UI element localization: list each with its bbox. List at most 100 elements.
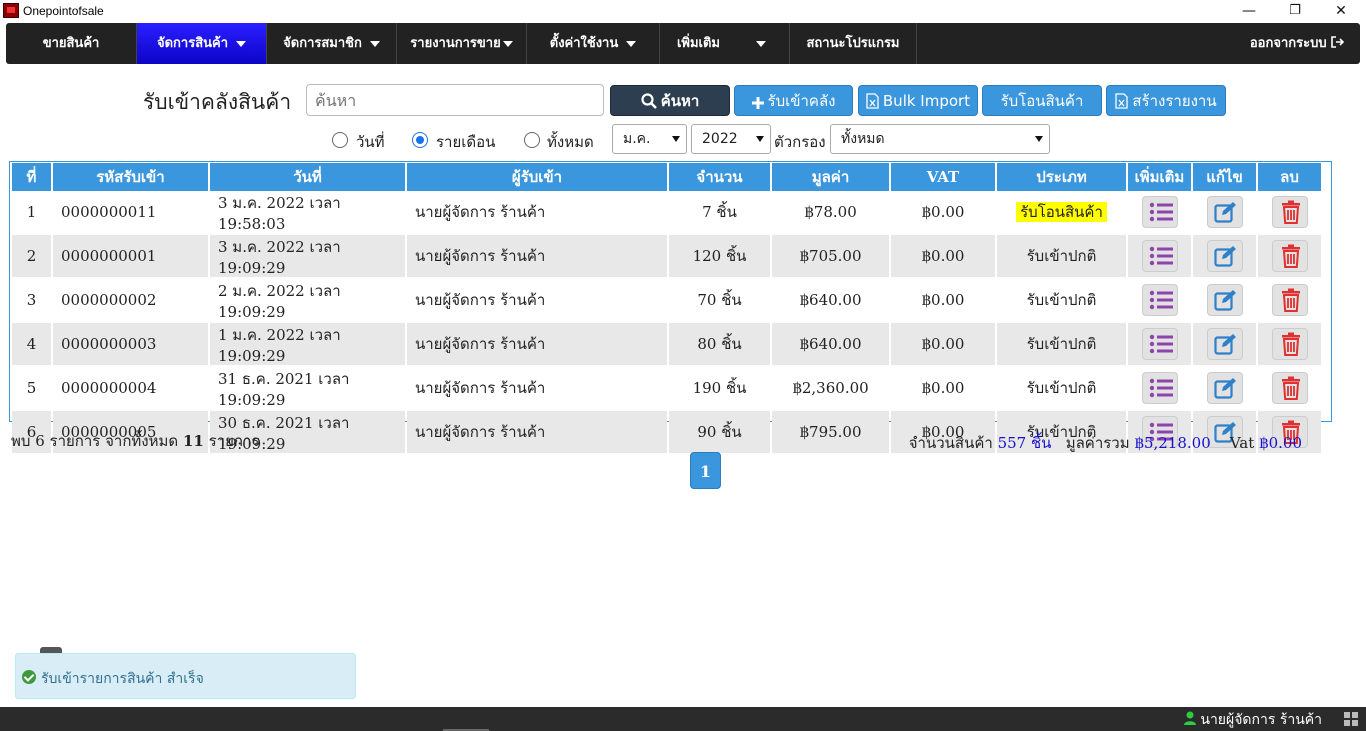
cell-vat: ฿0.00 xyxy=(891,191,995,235)
year-select[interactable]: 2022 xyxy=(691,124,771,154)
caret-down-icon xyxy=(236,40,247,47)
summary-text: รายการ xyxy=(208,432,260,450)
close-button[interactable]: ✕ xyxy=(1318,0,1364,22)
cell-user: นายผู้จัดการ ร้านค้า xyxy=(407,367,667,411)
dropdown-arrow-icon xyxy=(1035,136,1043,142)
search-input[interactable] xyxy=(306,84,604,116)
details-button[interactable] xyxy=(1141,240,1178,272)
edit-icon xyxy=(1213,290,1236,311)
receive-table: ที่ รหัสรับเข้า วันที่ ผู้รับเข้า จำนวน … xyxy=(9,161,1332,455)
cell-user: นายผู้จัดการ ร้านค้า xyxy=(407,279,667,323)
receive-table-body: ที่ รหัสรับเข้า วันที่ ผู้รับเข้า จำนวน … xyxy=(10,163,1323,455)
cell-delete xyxy=(1258,235,1321,279)
apps-grid-icon[interactable] xyxy=(1344,712,1358,726)
nav-more[interactable]: เพิ่มเติม xyxy=(660,23,790,64)
col-header: แก้ไข xyxy=(1193,163,1256,191)
check-circle-icon xyxy=(22,670,36,684)
edit-icon xyxy=(1213,378,1236,399)
cell-user: นายผู้จัดการ ร้านค้า xyxy=(407,411,667,455)
edit-button[interactable] xyxy=(1206,240,1243,272)
table-row[interactable]: 4 0000000003 1 ม.ค. 2022 เวลา 19:09:29 น… xyxy=(12,323,1321,367)
excel-file-icon xyxy=(866,93,879,109)
dropdown-arrow-icon xyxy=(672,136,680,142)
type-label: รับเข้าปกติ xyxy=(1026,247,1097,265)
cell-value: ฿795.00 xyxy=(772,411,889,455)
page-title: รับเข้าคลังสินค้า xyxy=(143,90,292,114)
nav-members[interactable]: จัดการสมาชิก xyxy=(267,23,397,64)
delete-button[interactable] xyxy=(1271,328,1308,360)
caret-down-icon xyxy=(626,40,637,47)
search-button-label: ค้นหา xyxy=(660,92,700,110)
page-1-button[interactable]: 1 xyxy=(690,452,721,489)
edit-icon xyxy=(1213,334,1236,355)
create-report-button[interactable]: สร้างรายงาน xyxy=(1106,85,1226,116)
table-row[interactable]: 1 0000000011 3 ม.ค. 2022 เวลา 19:58:03 น… xyxy=(12,191,1321,235)
cell-no: 5 xyxy=(12,367,51,411)
delete-button[interactable] xyxy=(1271,284,1308,316)
col-header: ลบ xyxy=(1258,163,1321,191)
cell-type: รับเข้าปกติ xyxy=(997,367,1126,411)
success-toast[interactable]: รับเข้ารายการสินค้า สำเร็จ xyxy=(15,653,356,699)
logout-button[interactable]: ออกจากระบบ xyxy=(1234,23,1360,64)
table-row[interactable]: 3 0000000002 2 ม.ค. 2022 เวลา 19:09:29 น… xyxy=(12,279,1321,323)
cell-value: ฿2,360.00 xyxy=(772,367,889,411)
summary-text: รายการ จากทั้งหมด xyxy=(49,432,179,450)
delete-button[interactable] xyxy=(1271,372,1308,404)
table-row[interactable]: 5 0000000004 31 ธ.ค. 2021 เวลา 19:09:29 … xyxy=(12,367,1321,411)
filter-select[interactable]: ทั้งหมด xyxy=(830,124,1050,154)
edit-button[interactable] xyxy=(1206,284,1243,316)
nav-sales-report[interactable]: รายงานการขาย xyxy=(397,23,527,64)
bulk-import-button[interactable]: Bulk Import xyxy=(858,85,978,116)
cell-more xyxy=(1128,235,1191,279)
nav-label: ขายสินค้า xyxy=(42,36,100,51)
cell-qty: 7 ชิ้น xyxy=(669,191,770,235)
radio-day-label: วันที่ xyxy=(356,133,385,151)
search-button[interactable]: ค้นหา xyxy=(610,85,730,116)
edit-button[interactable] xyxy=(1206,196,1243,228)
table-row[interactable]: 2 0000000001 3 ม.ค. 2022 เวลา 19:09:29 น… xyxy=(12,235,1321,279)
delete-button[interactable] xyxy=(1271,240,1308,272)
plus-icon xyxy=(751,97,764,109)
cell-date: 1 ม.ค. 2022 เวลา 19:09:29 xyxy=(210,323,405,367)
delete-button[interactable] xyxy=(1271,196,1308,228)
search-icon xyxy=(641,93,657,109)
user-icon xyxy=(1184,711,1197,725)
month-select[interactable]: ม.ค. xyxy=(612,124,687,154)
cell-user: นายผู้จัดการ ร้านค้า xyxy=(407,191,667,235)
radio-all[interactable] xyxy=(524,132,540,148)
receive-stock-button[interactable]: รับเข้าคลัง xyxy=(734,85,853,116)
cell-vat: ฿0.00 xyxy=(891,367,995,411)
col-header: ประเภท xyxy=(997,163,1126,191)
cell-more xyxy=(1128,191,1191,235)
cell-date: 31 ธ.ค. 2021 เวลา 19:09:29 xyxy=(210,367,405,411)
col-header: วันที่ xyxy=(210,163,405,191)
qty-label: จำนวนสินค้า xyxy=(908,434,993,452)
radio-month[interactable] xyxy=(412,132,428,148)
maximize-button[interactable]: ❐ xyxy=(1272,0,1318,22)
cell-edit xyxy=(1193,323,1256,367)
summary-text: พบ xyxy=(11,432,31,450)
details-button[interactable] xyxy=(1141,328,1178,360)
cell-type: รับเข้าปกติ xyxy=(997,235,1126,279)
edit-button[interactable] xyxy=(1206,328,1243,360)
details-button[interactable] xyxy=(1141,196,1178,228)
details-button[interactable] xyxy=(1141,284,1178,316)
trash-icon xyxy=(1281,288,1300,312)
minimize-button[interactable]: — xyxy=(1226,0,1272,22)
radio-day[interactable] xyxy=(332,132,348,148)
nav-sell[interactable]: ขายสินค้า xyxy=(6,23,137,64)
nav-program-status[interactable]: สถานะโปรแกรม xyxy=(790,23,917,64)
cell-no: 1 xyxy=(12,191,51,235)
details-button[interactable] xyxy=(1141,372,1178,404)
receive-transfer-button[interactable]: รับโอนสินค้า xyxy=(982,85,1102,116)
cell-vat: ฿0.00 xyxy=(891,323,995,367)
nav-settings[interactable]: ตั้งค่าใช้งาน xyxy=(527,23,660,64)
edit-button[interactable] xyxy=(1206,372,1243,404)
cell-qty: 90 ชิ้น xyxy=(669,411,770,455)
edit-icon xyxy=(1213,246,1236,267)
nav-products[interactable]: จัดการสินค้า xyxy=(137,23,267,64)
current-user: นายผู้จัดการ ร้านค้า xyxy=(1184,709,1322,731)
cell-code: 0000000001 xyxy=(53,235,208,279)
window-titlebar: Onepointofsale — ❐ ✕ xyxy=(0,0,1366,22)
col-header: VAT xyxy=(891,163,995,191)
